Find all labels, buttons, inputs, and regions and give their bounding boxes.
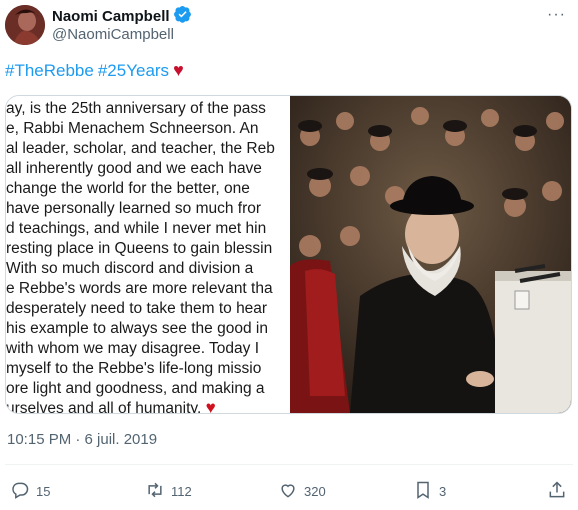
media-text-line: change the world for the better, one bbox=[6, 180, 250, 197]
heart-emoji-icon: ♥ bbox=[173, 60, 184, 80]
tweet-actions: 15 112 320 3 bbox=[0, 480, 578, 504]
media-text-line: ore light and goodness, and making a bbox=[6, 380, 265, 397]
media-text-line: e, Rabbi Menachem Schneerson. An bbox=[6, 120, 259, 137]
share-icon bbox=[547, 480, 567, 503]
heart-outline-icon bbox=[278, 480, 298, 503]
divider bbox=[5, 464, 573, 465]
media-text-panel: ay, is the 25th anniversary of the pass … bbox=[6, 96, 290, 413]
avatar[interactable] bbox=[5, 5, 45, 45]
media-text-line: myself to the Rebbe's life-long missio bbox=[6, 360, 262, 377]
media-text-line: urselves and all of humanity. bbox=[6, 400, 202, 413]
reply-button[interactable]: 15 bbox=[10, 480, 50, 503]
author-handle[interactable]: @NaomiCampbell bbox=[52, 26, 174, 43]
bookmark-count: 3 bbox=[439, 484, 447, 499]
tweet-text: #TheRebbe #25Years ♥ bbox=[5, 60, 184, 81]
share-button[interactable] bbox=[547, 480, 567, 503]
photo-rabbi bbox=[290, 96, 571, 413]
media-text-line: With so much discord and division a bbox=[6, 260, 254, 277]
tweet-media[interactable]: ay, is the 25th anniversary of the pass … bbox=[5, 95, 572, 414]
reply-icon bbox=[10, 480, 30, 503]
media-text-line: ay, is the 25th anniversary of the pass bbox=[6, 100, 266, 117]
tweet-timestamp[interactable]: 10:15 PM · 6 juil. 2019 bbox=[7, 431, 157, 448]
media-text-line: his example to always see the good in bbox=[6, 320, 268, 337]
media-text-line: all inherently good and we each have bbox=[6, 160, 262, 177]
like-button[interactable]: 320 bbox=[278, 480, 326, 503]
verified-badge-icon bbox=[173, 5, 192, 28]
hashtag-link[interactable]: #25Years bbox=[98, 61, 169, 81]
media-text-line: resting place in Queens to gain blessin bbox=[6, 240, 273, 257]
retweet-icon bbox=[145, 480, 165, 503]
media-text-line: with whom we may disagree. Today I bbox=[6, 340, 259, 357]
media-text-line: desperately need to take them to hear bbox=[6, 300, 268, 317]
author-name-row[interactable]: Naomi Campbell bbox=[52, 5, 192, 28]
media-text-line: al leader, scholar, and teacher, the Reb bbox=[6, 140, 275, 157]
hashtag-link[interactable]: #TheRebbe bbox=[5, 61, 94, 81]
media-text-line: d teachings, and while I never met hin bbox=[6, 220, 267, 237]
bookmark-icon bbox=[413, 480, 433, 503]
red-heart-icon: ♥ bbox=[205, 398, 216, 413]
retweet-count: 112 bbox=[171, 484, 192, 499]
retweet-button[interactable]: 112 bbox=[145, 480, 192, 503]
like-count: 320 bbox=[304, 484, 326, 499]
reply-count: 15 bbox=[36, 484, 51, 499]
display-name[interactable]: Naomi Campbell bbox=[52, 8, 170, 25]
bookmark-button[interactable]: 3 bbox=[413, 480, 446, 503]
media-text-line: have personally learned so much fror bbox=[6, 200, 262, 217]
more-options-icon[interactable]: ··· bbox=[547, 6, 566, 24]
media-text-line-last: urselves and all of humanity. ♥ bbox=[6, 398, 216, 413]
media-text-line: e Rebbe's words are more relevant tha bbox=[6, 280, 273, 297]
